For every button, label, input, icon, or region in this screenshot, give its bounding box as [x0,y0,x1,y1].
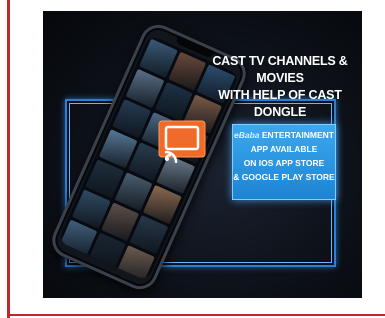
headline-line-1: CAST TV CHANNELS & MOVIES [212,54,348,85]
info-line-2: APP AVAILABLE [250,144,318,154]
cast-icon [158,120,206,163]
app-availability-box: eBaba ENTERTAINMENT APP AVAILABLE ON IOS… [232,124,336,200]
promo-banner: CAST TV CHANNELS & MOVIES WITH HELP OF C… [43,11,362,298]
info-line-1-rest: ENTERTAINMENT [259,130,334,140]
left-border-rule [7,0,10,318]
info-line-1: eBaba ENTERTAINMENT [233,128,335,142]
info-line-3: ON IOS APP STORE [243,158,325,168]
headline-line-2: WITH HELP OF CAST DONGLE [218,88,342,119]
headline: CAST TV CHANNELS & MOVIES WITH HELP OF C… [201,53,359,121]
brand-name: eBaba [234,130,260,140]
bottom-border-rule [7,314,385,316]
info-line-4: & GOOGLE PLAY STORE [233,172,335,182]
